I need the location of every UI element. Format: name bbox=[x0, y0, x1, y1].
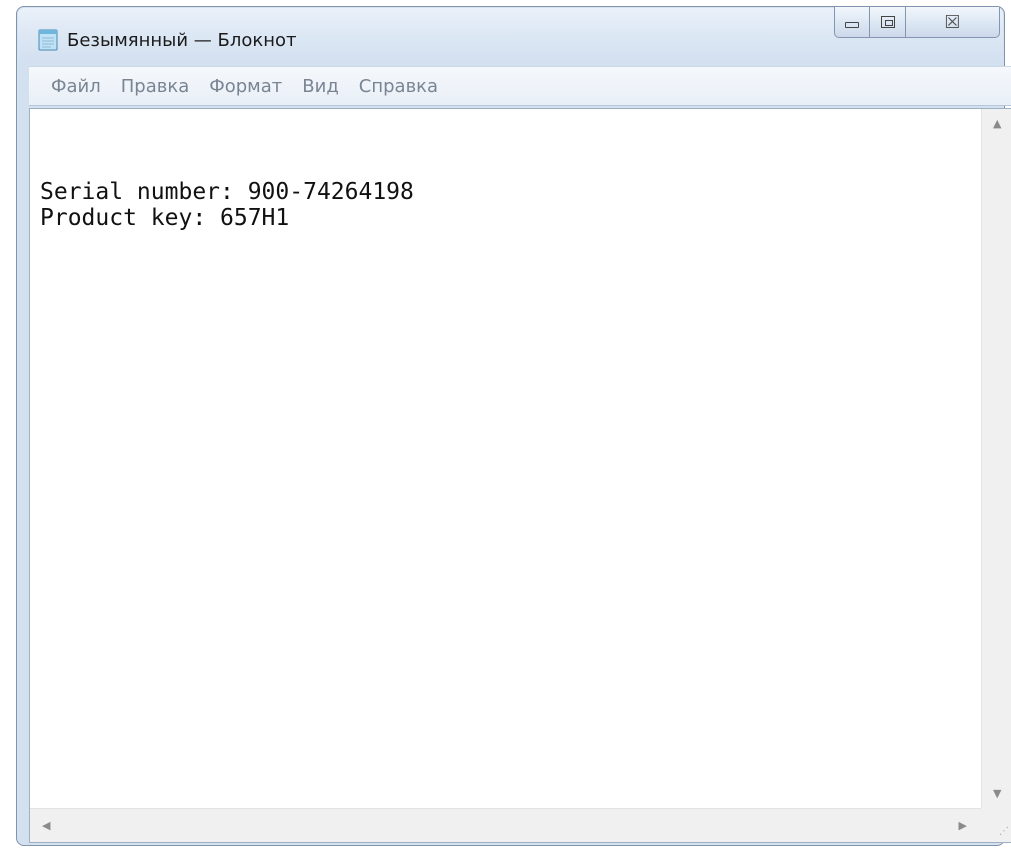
menu-bar: Файл Правка Формат Вид Справка bbox=[29, 66, 1011, 106]
scroll-up-icon[interactable]: ▲ bbox=[993, 117, 1001, 130]
editor-frame: Serial number: 900-74264198 Product key: … bbox=[29, 108, 1011, 843]
menu-help[interactable]: Справка bbox=[359, 76, 438, 97]
close-button[interactable]: ☒ bbox=[906, 7, 1000, 38]
title-bar[interactable]: Безымянный — Блокнот ☒ bbox=[17, 7, 1004, 61]
editor-line: Serial number: 900-74264198 bbox=[40, 179, 414, 205]
close-icon: ☒ bbox=[944, 11, 961, 33]
caption-buttons: ☒ bbox=[834, 7, 1000, 38]
notepad-icon bbox=[38, 29, 58, 51]
menu-file[interactable]: Файл bbox=[51, 76, 101, 97]
menu-edit[interactable]: Правка bbox=[121, 76, 190, 97]
notepad-window: Безымянный — Блокнот ☒ Файл Правка Форма… bbox=[16, 6, 1011, 846]
scroll-left-icon[interactable]: ◀ bbox=[42, 819, 50, 832]
editor-line: Product key: 657H1 bbox=[40, 205, 290, 231]
text-editor[interactable]: Serial number: 900-74264198 Product key: … bbox=[30, 109, 981, 808]
horizontal-scrollbar[interactable]: ◀ ▶ bbox=[30, 808, 981, 842]
maximize-button[interactable] bbox=[870, 7, 906, 38]
minimize-button[interactable] bbox=[834, 7, 870, 38]
size-grip[interactable]: ⋰ bbox=[981, 808, 1011, 842]
scroll-down-icon[interactable]: ▼ bbox=[993, 787, 1001, 800]
minimize-icon bbox=[845, 22, 859, 28]
size-grip-icon: ⋰ bbox=[999, 826, 1009, 837]
window-title: Безымянный — Блокнот bbox=[67, 30, 297, 51]
maximize-icon bbox=[880, 16, 895, 28]
vertical-scrollbar[interactable]: ▲ ▼ bbox=[981, 109, 1011, 808]
menu-format[interactable]: Формат bbox=[209, 76, 282, 97]
scroll-right-icon[interactable]: ▶ bbox=[959, 819, 967, 832]
menu-view[interactable]: Вид bbox=[302, 76, 339, 97]
